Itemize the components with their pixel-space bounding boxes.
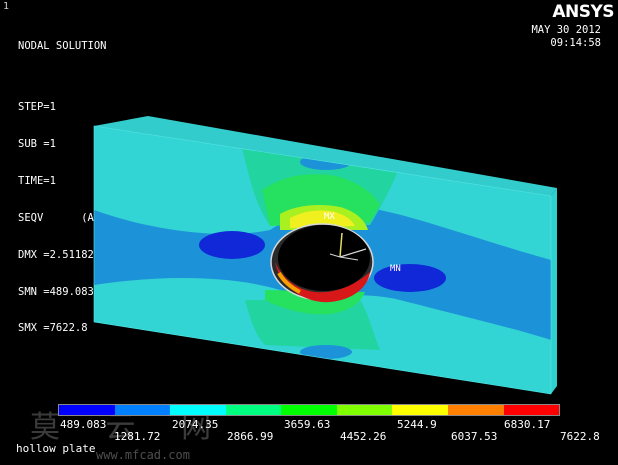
watermark-url: www.mfcad.com (96, 448, 190, 462)
plot-title: hollow plate (16, 442, 96, 455)
legend-label-lower: 1281.72 (114, 430, 161, 443)
legend-swatch (336, 405, 393, 415)
legend-label-upper: 489.083 (60, 418, 107, 431)
legend-swatch (170, 405, 226, 415)
legend-swatch (392, 405, 448, 415)
min-stress-region-right (374, 264, 446, 292)
legend-label-lower: 4452.26 (340, 430, 387, 443)
legend-label-lower: 7622.8 (560, 430, 600, 443)
legend-swatch (225, 405, 282, 415)
legend-label-upper: 2074.35 (172, 418, 219, 431)
legend-label-upper: 6830.17 (504, 418, 551, 431)
legend-swatch (59, 405, 115, 415)
legend-swatch (114, 405, 171, 415)
min-stress-marker: MN (390, 264, 401, 274)
legend-label-upper: 5244.9 (397, 418, 437, 431)
plate-side-face (551, 188, 557, 394)
legend-swatch (503, 405, 560, 415)
legend-label-lower: 2866.99 (227, 430, 274, 443)
color-legend-bar (58, 404, 560, 416)
legend-swatch (281, 405, 337, 415)
legend-label-upper: 3659.63 (284, 418, 331, 431)
legend-swatch (447, 405, 504, 415)
max-stress-marker: MX (324, 212, 335, 222)
model-viewport[interactable]: MX MN (0, 0, 618, 465)
legend-label-lower: 6037.53 (451, 430, 498, 443)
min-stress-region-left (199, 231, 265, 259)
